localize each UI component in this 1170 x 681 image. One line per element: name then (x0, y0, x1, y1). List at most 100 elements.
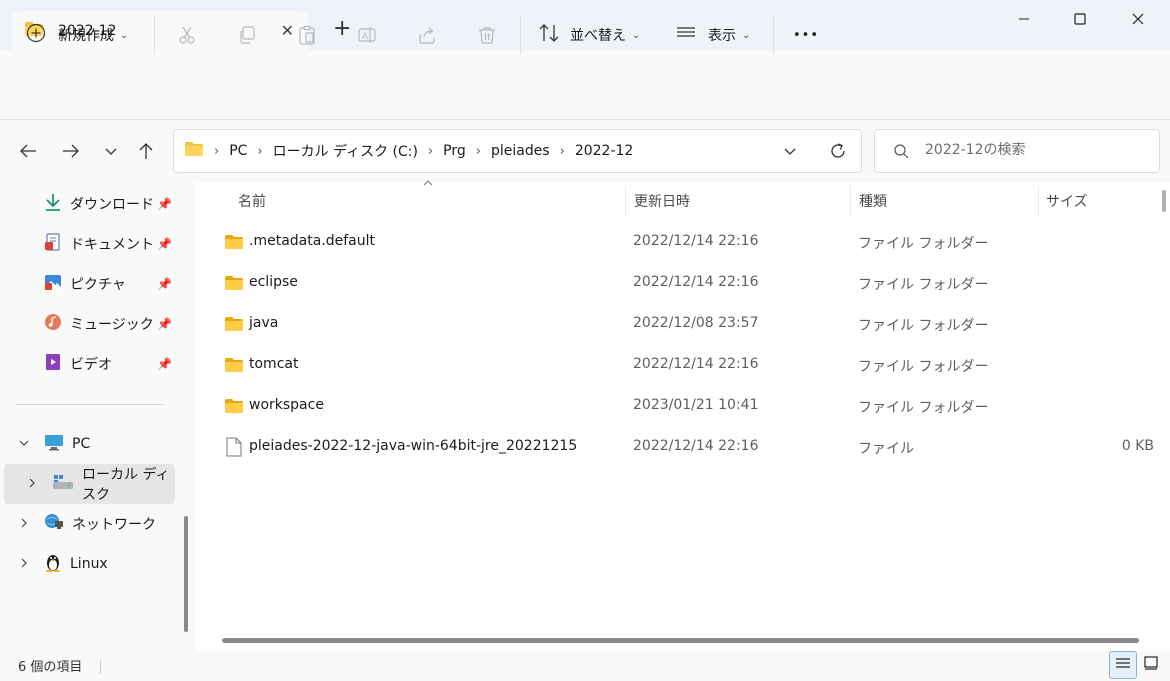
breadcrumb-pc[interactable]: PC (229, 143, 247, 159)
file-name: pleiades-2022-12-java-win-64bit-jre_2022… (249, 438, 578, 454)
tiles-view-button[interactable] (1137, 651, 1165, 679)
sidebar-item-pictures[interactable]: ピクチャ 📌 (0, 264, 176, 304)
item-count: 6 個の項目 (18, 660, 83, 675)
sidebar-item-videos[interactable]: ビデオ 📌 (0, 344, 176, 384)
new-button[interactable]: 新規作成 ⌄ (26, 18, 128, 52)
breadcrumb-2022-12[interactable]: 2022-12 (575, 143, 634, 159)
close-window-button[interactable] (1110, 0, 1166, 38)
pin-icon: 📌 (157, 317, 172, 331)
sidebar-item-label: Linux (70, 556, 108, 572)
status-divider (100, 660, 101, 674)
column-header-modified[interactable]: 更新日時 (634, 186, 848, 216)
share-icon[interactable] (414, 22, 440, 48)
column-divider[interactable] (850, 186, 851, 216)
linux-icon (44, 552, 62, 576)
chevron-down-icon: ⌄ (120, 29, 129, 41)
sidebar-item-linux[interactable]: Linux (0, 544, 176, 584)
folder-icon (224, 398, 244, 418)
rename-icon[interactable]: A (354, 22, 380, 48)
search-input[interactable] (925, 142, 1145, 158)
sidebar-item-local-disk[interactable]: ローカル ディスク (4, 464, 175, 504)
sidebar-item-label: ドキュメント (70, 237, 154, 253)
toolbar-divider (154, 16, 155, 54)
sidebar-item-label: ダウンロード (70, 197, 154, 213)
svg-text:A: A (362, 32, 369, 42)
folder-icon (224, 275, 244, 295)
maximize-button[interactable] (1052, 0, 1108, 38)
minimize-button[interactable] (996, 0, 1052, 38)
sidebar-item-network[interactable]: ネットワーク (0, 504, 176, 544)
chevron-right-icon[interactable] (26, 477, 38, 492)
forward-arrow-icon[interactable] (59, 139, 83, 163)
network-icon (44, 513, 64, 535)
up-arrow-icon[interactable] (134, 139, 158, 163)
file-name: java (249, 315, 279, 331)
file-icon (226, 437, 242, 461)
sidebar-item-documents[interactable]: ドキュメント 📌 (0, 224, 176, 264)
breadcrumb-prg[interactable]: Prg (443, 143, 466, 159)
table-row[interactable]: java 2022/12/08 23:57 ファイル フォルダー (200, 304, 1160, 345)
file-modified: 2022/12/08 23:57 (633, 315, 759, 331)
column-divider[interactable] (625, 186, 626, 216)
file-modified: 2022/12/14 22:16 (633, 233, 759, 249)
back-arrow-icon[interactable] (16, 139, 40, 163)
table-row[interactable]: workspace 2023/01/21 10:41 ファイル フォルダー (200, 386, 1160, 427)
file-name: .metadata.default (249, 233, 376, 249)
breadcrumb-local-disk[interactable]: ローカル ディスク (C:) (273, 141, 418, 161)
file-name: workspace (249, 397, 324, 413)
details-view-button[interactable] (1109, 651, 1137, 679)
folder-icon (224, 316, 244, 336)
address-history-chevron-icon[interactable] (778, 139, 802, 163)
view-button[interactable]: 表示 ⌄ (676, 18, 750, 52)
chevron-down-icon: ⌄ (742, 29, 751, 41)
sidebar-item-label: PC (72, 436, 91, 452)
sort-button-label: 並べ替え (570, 28, 626, 44)
sidebar-divider (16, 404, 164, 405)
breadcrumb-pleiades[interactable]: pleiades (491, 143, 550, 159)
documents-icon (44, 233, 62, 255)
sidebar-scrollbar-thumb[interactable] (184, 516, 188, 632)
table-row[interactable]: .metadata.default 2022/12/14 22:16 ファイル … (200, 222, 1160, 263)
new-tab-button[interactable]: + (333, 18, 351, 40)
chevron-right-icon: › (257, 143, 263, 159)
music-icon (44, 313, 62, 335)
chevron-right-icon[interactable] (18, 517, 30, 532)
sidebar-item-label: ネットワーク (72, 517, 156, 533)
folder-icon (184, 141, 204, 161)
search-box[interactable] (874, 129, 1160, 173)
table-row[interactable]: tomcat 2022/12/14 22:16 ファイル フォルダー (200, 345, 1160, 386)
chevron-down-icon: ⌄ (632, 29, 641, 41)
horizontal-scrollbar-thumb[interactable] (222, 638, 1139, 643)
close-tab-icon[interactable]: ✕ (281, 21, 294, 40)
column-header-type[interactable]: 種類 (859, 186, 1037, 216)
delete-icon[interactable] (474, 22, 500, 48)
folder-icon (224, 357, 244, 377)
column-header-name[interactable]: 名前 (238, 186, 624, 216)
sidebar-item-pc[interactable]: PC (0, 424, 176, 464)
sidebar-item-music[interactable]: ミュージック 📌 (0, 304, 176, 344)
sidebar-item-downloads[interactable]: ダウンロード 📌 (0, 184, 176, 224)
chevron-right-icon: › (559, 143, 565, 159)
column-header-size[interactable]: サイズ (1046, 186, 1156, 216)
video-icon (44, 353, 62, 375)
cut-icon[interactable] (174, 22, 200, 48)
vertical-scrollbar-thumb[interactable] (1162, 190, 1166, 212)
chevron-down-icon[interactable] (18, 437, 30, 452)
column-divider[interactable] (1038, 186, 1039, 216)
table-row[interactable]: pleiades-2022-12-java-win-64bit-jre_2022… (200, 427, 1160, 468)
table-row[interactable]: eclipse 2022/12/14 22:16 ファイル フォルダー (200, 263, 1160, 304)
sidebar-item-label: ビデオ (70, 357, 112, 373)
recent-chevron-icon[interactable] (99, 139, 123, 163)
breadcrumb: › PC › ローカル ディスク (C:) › Prg › pleiades ›… (184, 129, 633, 173)
file-name: tomcat (249, 356, 299, 372)
paste-icon[interactable] (294, 22, 320, 48)
tiles-view-icon (1143, 656, 1159, 674)
chevron-right-icon[interactable] (18, 557, 30, 572)
sort-button[interactable]: 並べ替え ⌄ (538, 18, 640, 52)
refresh-icon[interactable] (826, 139, 850, 163)
pin-icon: 📌 (157, 237, 172, 251)
file-type: ファイル フォルダー (858, 359, 989, 375)
copy-icon[interactable] (234, 22, 260, 48)
vertical-scrollbar[interactable] (1160, 182, 1170, 651)
more-options-button[interactable]: ••• (793, 18, 819, 52)
